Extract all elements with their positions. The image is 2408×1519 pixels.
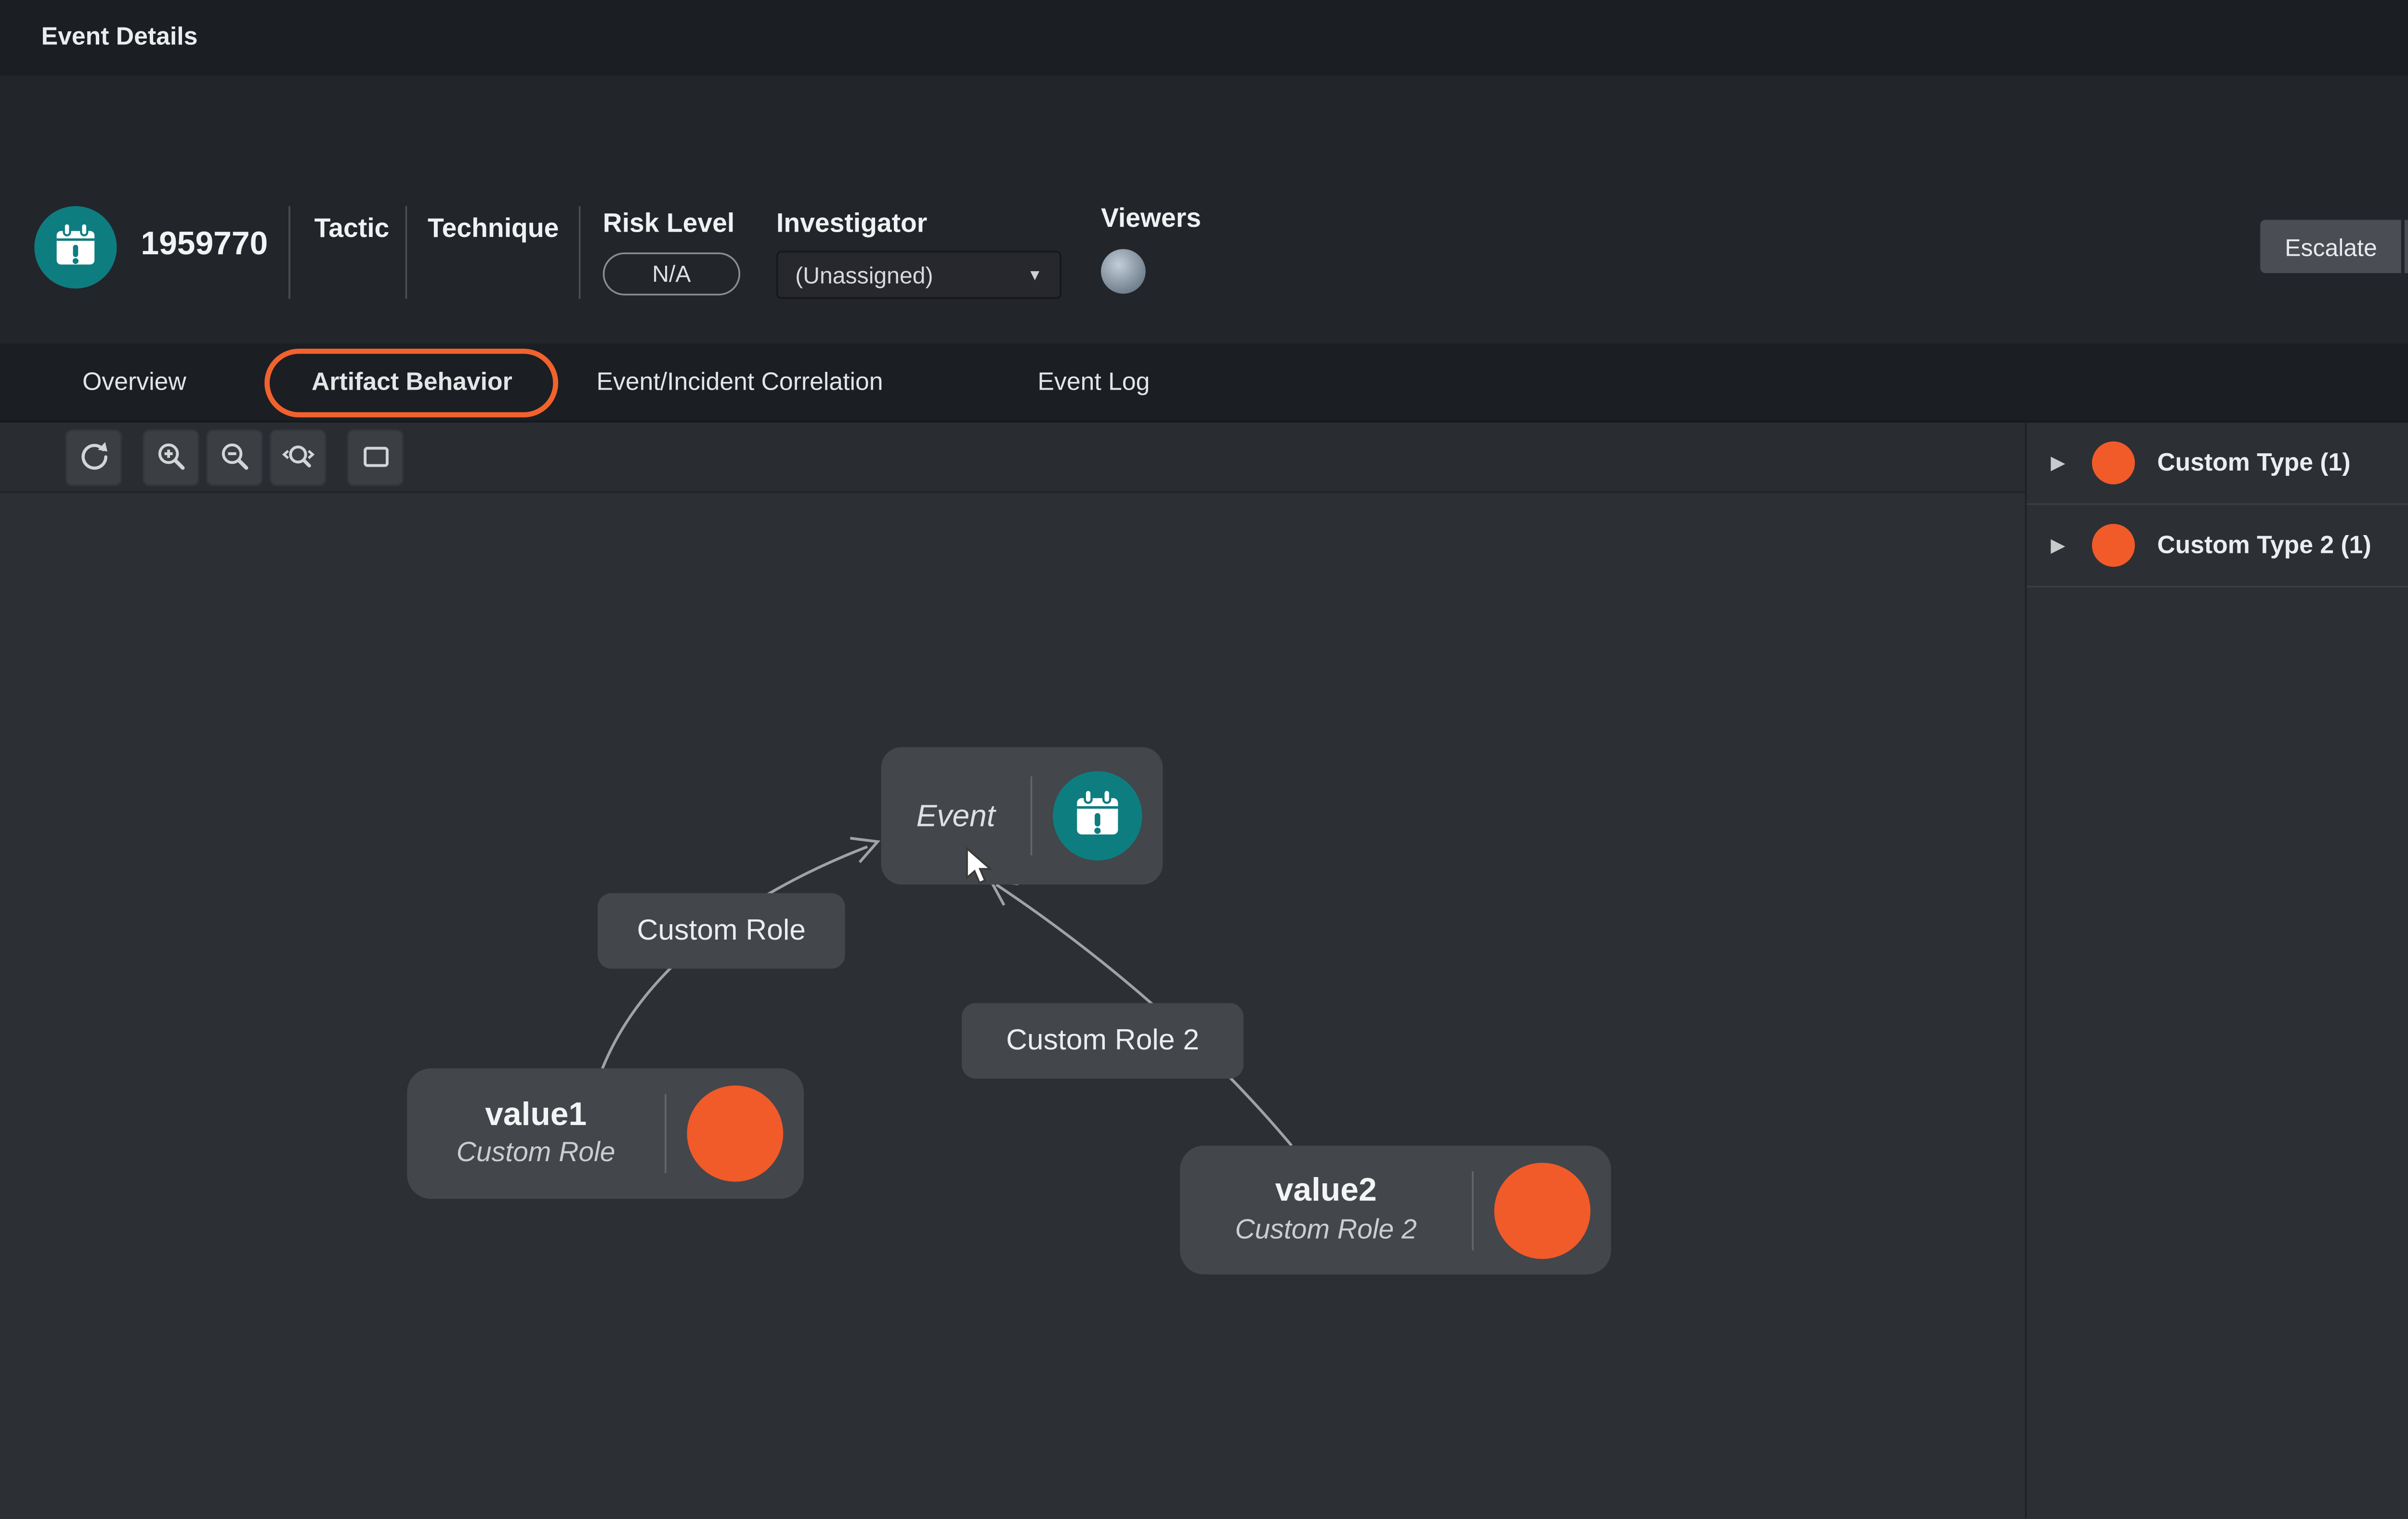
graph-node-value2[interactable]: value2 Custom Role 2 <box>1180 1146 1611 1274</box>
risk-level-value: N/A <box>603 252 740 295</box>
node-divider <box>1031 776 1033 855</box>
frame-button[interactable] <box>347 429 404 485</box>
event-details-window: Event Details × 1959770 Tactic <box>0 0 2408 1519</box>
viewer-avatar <box>1101 249 1146 294</box>
window-title: Event Details <box>41 24 198 52</box>
technique-column: Technique <box>428 215 559 246</box>
mouse-cursor <box>965 847 1003 888</box>
event-header: 1959770 Tactic Technique Risk Level N/A … <box>0 76 2408 343</box>
refresh-button[interactable] <box>65 429 122 485</box>
zoom-in-icon <box>152 438 190 475</box>
escalate-button[interactable]: Escalate <box>2261 220 2401 273</box>
event-calendar-icon <box>1053 771 1142 860</box>
custom-type-icon <box>2092 524 2135 567</box>
zoom-fit-button[interactable] <box>270 429 327 485</box>
tab-bar: Overview Artifact Behavior Event/Inciden… <box>0 343 2408 422</box>
viewers-group: Viewers <box>1101 204 1201 293</box>
zoom-fit-icon <box>279 438 317 475</box>
expand-arrow-icon[interactable]: ▶ <box>2051 452 2075 474</box>
tab-artifact-behavior[interactable]: Artifact Behavior <box>265 348 559 417</box>
edge-label-custom-role: Custom Role <box>598 893 845 969</box>
chevron-down-icon: ▼ <box>1027 266 1043 284</box>
group-label: Custom Type 2 (1) <box>2157 532 2371 559</box>
refresh-icon <box>75 438 112 475</box>
expand-arrow-icon[interactable]: ▶ <box>2051 534 2075 556</box>
header-divider <box>579 206 581 299</box>
zoom-out-button[interactable] <box>206 429 263 485</box>
investigator-select[interactable]: (Unassigned) ▼ <box>776 251 1061 299</box>
graph-toolbar <box>0 422 2025 493</box>
tab-event-incident-correlation[interactable]: Event/Incident Correlation <box>569 342 910 421</box>
artifact-value: value2 <box>1275 1170 1377 1214</box>
event-node-label: Event <box>881 798 1031 834</box>
artifact-value: value1 <box>485 1094 587 1138</box>
artifact-type-icon <box>687 1086 784 1182</box>
investigator-group: Investigator (Unassigned) ▼ <box>776 210 1061 299</box>
title-bar: Event Details × <box>0 0 2408 76</box>
artifact-text: value1 Custom Role <box>407 1094 665 1174</box>
edge-label-custom-role-2: Custom Role 2 <box>962 1003 1243 1079</box>
group-label: Custom Type (1) <box>2157 449 2350 477</box>
investigator-value: (Unassigned) <box>795 262 933 288</box>
artifact-type-icon <box>1494 1162 1591 1258</box>
custom-type-icon <box>2092 442 2135 485</box>
technique-label: Technique <box>428 215 559 244</box>
edge-arrowhead <box>850 838 877 862</box>
node-divider <box>1472 1170 1474 1249</box>
graph-node-event[interactable]: Event <box>881 747 1163 884</box>
frame-icon <box>356 438 394 475</box>
header-divider <box>406 206 407 299</box>
tactic-column: Tactic <box>314 215 390 246</box>
graph-area: Custom Role Custom Role 2 Event <box>0 422 2025 1518</box>
tab-event-log[interactable]: Event Log <box>1010 342 1177 421</box>
artifact-role: Custom Role 2 <box>1235 1214 1416 1250</box>
event-id: 1959770 <box>141 227 268 264</box>
escalate-menu-button[interactable]: ▼ <box>2405 220 2408 273</box>
header-divider <box>288 206 290 299</box>
group-row-custom-type[interactable]: ▶ Custom Type (1) <box>2027 422 2408 505</box>
graph-canvas[interactable]: Custom Role Custom Role 2 Event <box>0 493 2025 1519</box>
tactic-label: Tactic <box>314 215 390 244</box>
artifact-text: value2 Custom Role 2 <box>1180 1170 1472 1250</box>
zoom-out-icon <box>216 438 253 475</box>
investigator-label: Investigator <box>776 210 927 240</box>
graph-node-value1[interactable]: value1 Custom Role <box>407 1068 804 1199</box>
header-actions: Escalate ▼ Dismiss <box>2261 220 2408 273</box>
risk-level-label: Risk Level <box>603 210 734 240</box>
event-calendar-icon <box>34 206 117 288</box>
tab-overview[interactable]: Overview <box>55 342 214 421</box>
node-divider <box>665 1094 667 1173</box>
artifact-type-panel: ▶ Custom Type (1) ▶ Custom Type 2 (1) <box>2025 422 2408 1518</box>
risk-level-group: Risk Level N/A <box>603 210 740 295</box>
zoom-in-button[interactable] <box>143 429 199 485</box>
viewers-label: Viewers <box>1101 204 1201 235</box>
content-area: Custom Role Custom Role 2 Event <box>0 422 2408 1518</box>
group-row-custom-type-2[interactable]: ▶ Custom Type 2 (1) <box>2027 505 2408 587</box>
artifact-role: Custom Role <box>457 1138 615 1173</box>
